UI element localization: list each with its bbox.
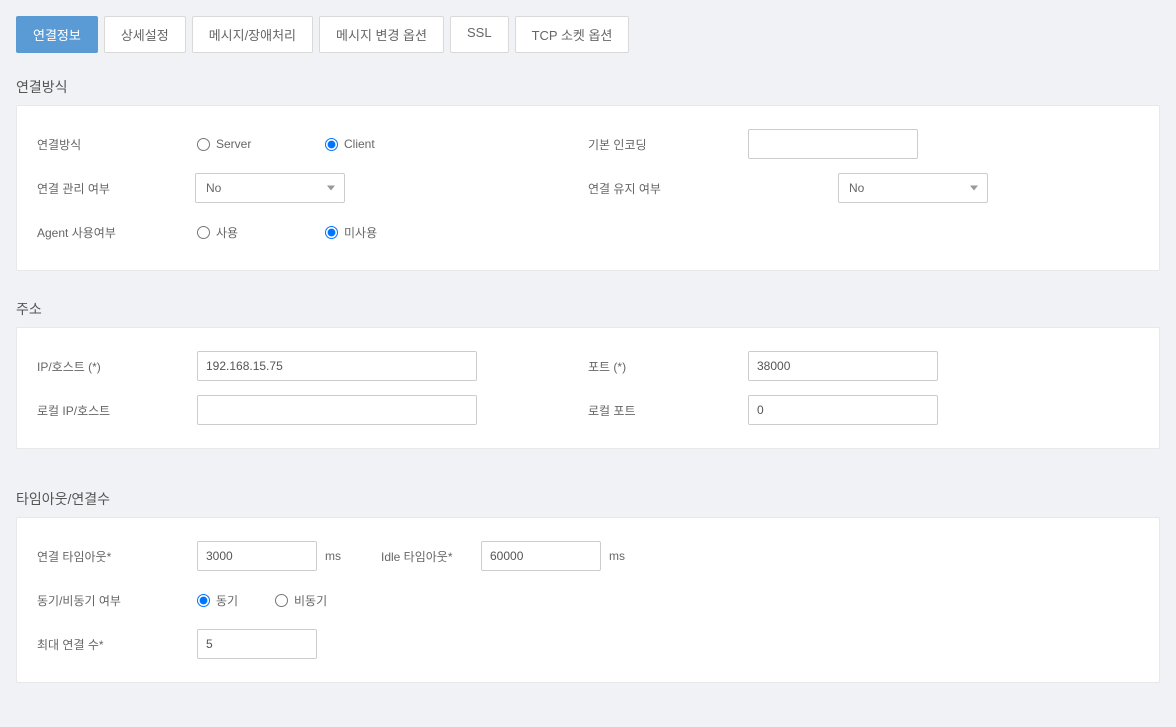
panel-address: IP/호스트 (*) 포트 (*) 로컬 IP/호스트 로컬 포트 [16,327,1160,449]
tabs-bar: 연결정보 상세설정 메시지/장애처리 메시지 변경 옵션 SSL TCP 소켓 … [16,16,1160,53]
section-title-connection-method: 연결방식 [16,77,1160,97]
section-title-address: 주소 [16,299,1160,319]
radio-client[interactable] [325,138,338,151]
input-max-conn[interactable] [197,629,317,659]
radio-sync[interactable] [197,594,210,607]
select-connection-keep[interactable]: No [838,173,988,203]
tab-message-change-option[interactable]: 메시지 변경 옵션 [319,16,444,53]
label-sync-async: 동기/비동기 여부 [37,592,197,609]
section-title-timeout: 타임아웃/연결수 [16,489,1160,509]
radio-server[interactable] [197,138,210,151]
section-connection-method: 연결방식 연결방식 Server Client 기본 인코딩 [16,77,1160,271]
radio-agent-use[interactable] [197,226,210,239]
input-port[interactable] [748,351,938,381]
radio-async[interactable] [275,594,288,607]
label-local-ip-host: 로컬 IP/호스트 [37,402,197,419]
label-agent-use: Agent 사용여부 [37,224,197,241]
section-timeout: 타임아웃/연결수 연결 타임아웃* ms Idle 타임아웃* ms 동기/비동… [16,489,1160,683]
label-port: 포트 (*) [588,358,748,375]
label-connection-manage: 연결 관리 여부 [37,180,197,197]
label-idle-timeout: Idle 타임아웃* [381,548,481,565]
tab-tcp-socket-option[interactable]: TCP 소켓 옵션 [515,16,630,53]
select-connection-manage[interactable]: No [195,173,345,203]
label-ip-host: IP/호스트 (*) [37,358,197,375]
unit-idle-timeout: ms [609,549,625,563]
radio-label-server[interactable]: Server [216,137,251,151]
tab-detail-settings[interactable]: 상세설정 [104,16,186,53]
input-conn-timeout[interactable] [197,541,317,571]
radio-label-client[interactable]: Client [344,137,375,151]
panel-connection-method: 연결방식 Server Client 기본 인코딩 [16,105,1160,271]
radio-label-sync[interactable]: 동기 [216,592,238,609]
input-idle-timeout[interactable] [481,541,601,571]
tab-message-fault[interactable]: 메시지/장애처리 [192,16,313,53]
radio-agent-nouse[interactable] [325,226,338,239]
input-local-ip-host[interactable] [197,395,477,425]
input-default-encoding[interactable] [748,129,918,159]
tab-connection-info[interactable]: 연결정보 [16,16,98,53]
input-ip-host[interactable] [197,351,477,381]
label-connection-method: 연결방식 [37,136,197,153]
section-address: 주소 IP/호스트 (*) 포트 (*) 로컬 IP/호스트 로컬 포트 [16,299,1160,449]
panel-timeout: 연결 타임아웃* ms Idle 타임아웃* ms 동기/비동기 여부 동기 비… [16,517,1160,683]
label-connection-keep: 연결 유지 여부 [588,180,838,197]
radio-label-agent-use[interactable]: 사용 [216,224,238,241]
label-max-conn: 최대 연결 수* [37,636,197,653]
label-local-port: 로컬 포트 [588,402,748,419]
label-conn-timeout: 연결 타임아웃* [37,548,197,565]
input-local-port[interactable] [748,395,938,425]
tab-ssl[interactable]: SSL [450,16,509,53]
radio-label-agent-nouse[interactable]: 미사용 [344,224,377,241]
label-default-encoding: 기본 인코딩 [588,136,748,153]
radio-label-async[interactable]: 비동기 [294,592,327,609]
unit-conn-timeout: ms [325,549,341,563]
